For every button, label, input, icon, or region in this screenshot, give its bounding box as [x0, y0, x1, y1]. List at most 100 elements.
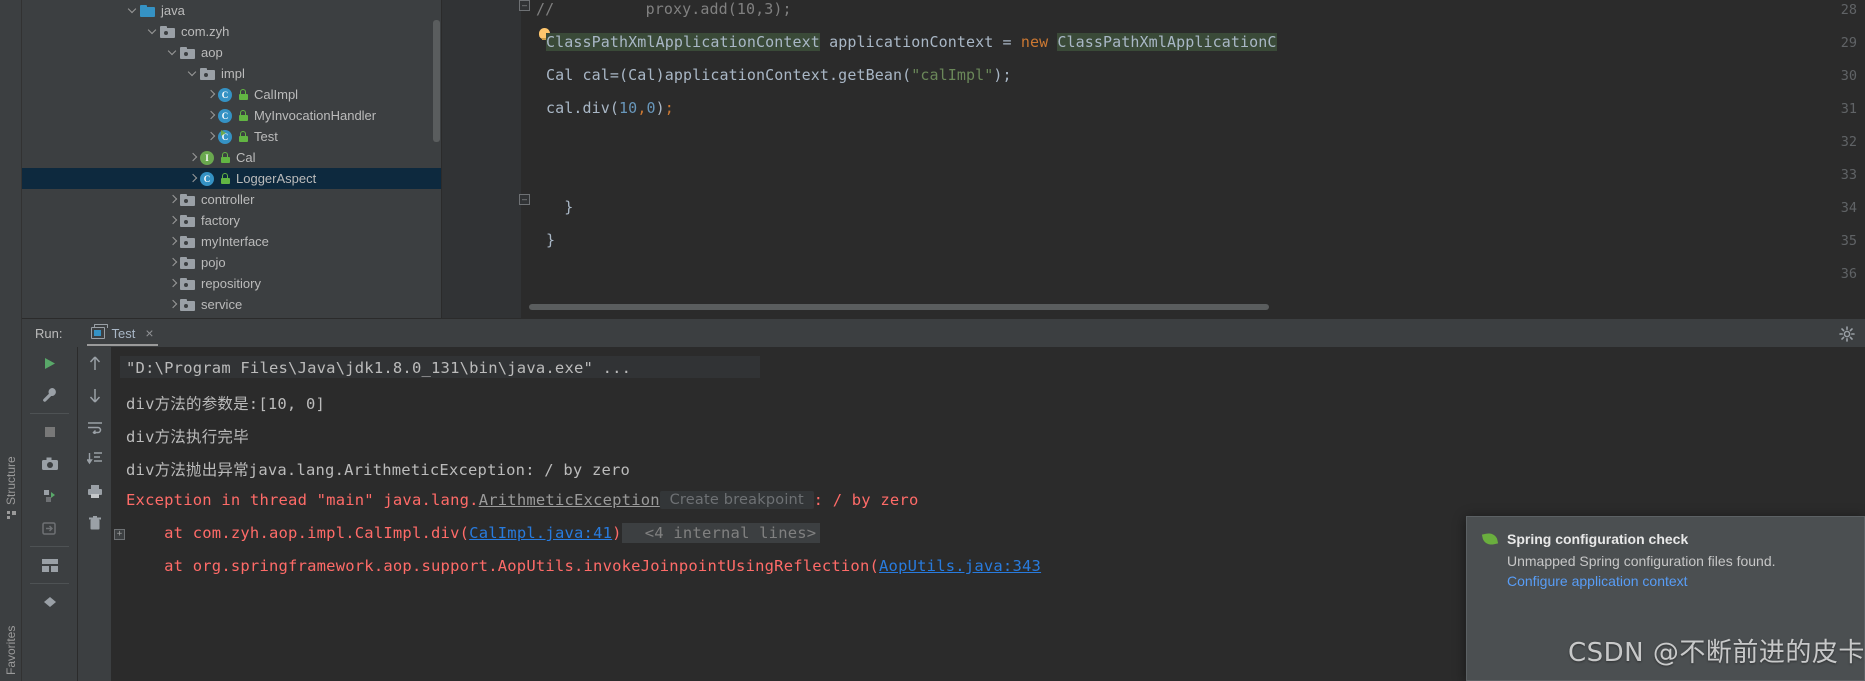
chevron-down-icon[interactable]	[167, 46, 180, 59]
restore-layout-button[interactable]	[22, 512, 77, 544]
run-tab-test[interactable]: Test ×	[87, 319, 158, 347]
line-number-29: 29	[1840, 35, 1857, 51]
project-tree[interactable]: java com.zyh aop impl C CalImpl C MyInvocationH…	[22, 0, 441, 318]
tree-node-cal[interactable]: I Cal	[22, 147, 441, 168]
chevron-right-icon[interactable]	[167, 256, 180, 269]
toolbar-separator	[30, 583, 69, 584]
line-number-35: 35	[1840, 233, 1857, 249]
console-line-exc[interactable]: Exception in thread "main" java.lang.Ari…	[126, 491, 919, 509]
code-line-29[interactable]: ClassPathXmlApplicationContext applicati…	[546, 33, 1277, 51]
chevron-down-icon[interactable]	[147, 25, 160, 38]
console-line-st2[interactable]: at org.springframework.aop.support.AopUt…	[126, 557, 1041, 575]
console-source-link[interactable]: ArithmeticException	[479, 491, 660, 509]
folder-icon	[200, 67, 215, 80]
layout-icon[interactable]	[22, 549, 77, 581]
console-line-out3[interactable]: div方法抛出异常java.lang.ArithmeticException: …	[126, 458, 630, 480]
chevron-right-icon[interactable]	[187, 172, 200, 185]
camera-icon[interactable]	[22, 448, 77, 480]
fold-collapse-icon-34[interactable]: –	[519, 194, 530, 205]
tree-node-aop[interactable]: aop	[22, 42, 441, 63]
tree-node-repositiory[interactable]: repositiory	[22, 273, 441, 294]
tree-node-service[interactable]: service	[22, 294, 441, 315]
run-configuration-icon	[91, 324, 109, 339]
line-number-33: 33	[1840, 167, 1857, 183]
tree-node-myinterface[interactable]: myInterface	[22, 231, 441, 252]
arrow-down-icon[interactable]	[78, 379, 111, 411]
code-token: ClassPathXmlApplicationContext	[546, 33, 820, 51]
tree-node-factory[interactable]: factory	[22, 210, 441, 231]
public-lock-icon	[221, 172, 232, 185]
tree-node-calimpl[interactable]: C CalImpl	[22, 84, 441, 105]
fold-collapse-icon-28[interactable]: –	[519, 0, 530, 11]
scroll-to-end-icon[interactable]	[78, 443, 111, 475]
tree-node-label: impl	[221, 66, 245, 81]
editor-vertical-scrollbar[interactable]	[433, 20, 440, 142]
chevron-right-icon[interactable]	[167, 277, 180, 290]
console-line-out2[interactable]: div方法执行完毕	[126, 425, 249, 447]
tree-node-controller[interactable]: controller	[22, 189, 441, 210]
chevron-right-icon[interactable]	[205, 88, 218, 101]
toolbar-separator	[30, 546, 69, 547]
edit-configuration-button[interactable]	[22, 379, 77, 411]
code-line-34[interactable]: }	[546, 198, 573, 216]
console-line-st1[interactable]: at com.zyh.aop.impl.CalImpl.div(CalImpl.…	[126, 523, 821, 543]
java-runnable-class-icon: C	[218, 129, 232, 144]
chevron-right-icon[interactable]	[205, 109, 218, 122]
tree-node-icon	[180, 277, 195, 290]
tree-node-test[interactable]: C Test	[22, 126, 441, 147]
code-token: "calImpl"	[911, 66, 994, 84]
arrow-up-icon[interactable]	[78, 347, 111, 379]
code-token: 10	[619, 99, 638, 117]
chevron-down-icon[interactable]	[187, 67, 200, 80]
tool-window-button-structure[interactable]: Structure	[0, 430, 22, 520]
chevron-right-icon[interactable]	[167, 214, 180, 227]
trash-icon[interactable]	[78, 507, 111, 539]
console-source-link[interactable]: CalImpl.java:41	[469, 524, 612, 542]
code-editor[interactable]: 28 29 30 31 32 33 34 35 36 – – // proxy.add(10,3…	[433, 0, 1865, 318]
gear-icon[interactable]	[1839, 326, 1855, 342]
console-source-link[interactable]: AopUtils.java:343	[879, 557, 1041, 575]
folder-icon	[180, 256, 195, 269]
chevron-right-icon[interactable]	[187, 151, 200, 164]
console-line-cmd[interactable]: "D:\Program Files\Java\jdk1.8.0_131\bin\…	[126, 359, 631, 377]
chevron-down-icon[interactable]	[127, 4, 140, 17]
soft-wrap-icon[interactable]	[78, 411, 111, 443]
tree-node-myinvocationhandler[interactable]: C MyInvocationHandler	[22, 105, 441, 126]
stop-button[interactable]	[22, 416, 77, 448]
chevron-right-icon[interactable]	[167, 298, 180, 311]
thread-dump-button[interactable]	[22, 480, 77, 512]
printer-icon[interactable]	[78, 475, 111, 507]
java-class-icon: C	[218, 108, 232, 123]
tree-node-com-zyh[interactable]: com.zyh	[22, 21, 441, 42]
tree-node-impl[interactable]: impl	[22, 63, 441, 84]
java-interface-icon: I	[200, 150, 214, 165]
editor-left-edge	[441, 0, 442, 318]
notification-balloon[interactable]: Spring configuration check Unmapped Spri…	[1466, 516, 1865, 681]
close-icon[interactable]: ×	[145, 326, 153, 340]
tool-window-button-favorites[interactable]: Favorites	[0, 580, 22, 675]
editor-horizontal-scrollbar[interactable]	[529, 304, 1859, 310]
code-line-28[interactable]: // proxy.add(10,3);	[536, 0, 792, 18]
notification-action-link[interactable]: Configure application context	[1467, 569, 1864, 589]
create-breakpoint-hint[interactable]: Create breakpoint	[659, 491, 814, 509]
editor-horizontal-scrollbar-thumb[interactable]	[529, 304, 1269, 310]
pin-icon[interactable]	[22, 586, 77, 618]
internal-lines-chip[interactable]: <4 internal lines>	[621, 523, 821, 543]
tree-node-label: Test	[254, 129, 278, 144]
editor-gutter[interactable]	[433, 0, 521, 318]
chevron-right-icon[interactable]	[167, 193, 180, 206]
rerun-button[interactable]	[22, 347, 77, 379]
chevron-right-icon[interactable]	[205, 130, 218, 143]
java-class-icon: C	[200, 171, 214, 186]
tree-node-icon: C	[218, 87, 232, 102]
code-line-30[interactable]: Cal cal=(Cal)applicationContext.getBean(…	[546, 66, 1012, 84]
chevron-right-icon[interactable]	[167, 235, 180, 248]
code-line-35[interactable]: }	[546, 231, 555, 249]
tree-node-pojo[interactable]: pojo	[22, 252, 441, 273]
tree-node-java[interactable]: java	[22, 0, 441, 21]
stack-frame-expander[interactable]: +	[114, 529, 125, 540]
code-line-31[interactable]: cal.div(10,0);	[546, 99, 674, 117]
ide-window: Structure Favorites java com.zyh aop impl C C…	[0, 0, 1865, 681]
console-line-out1[interactable]: div方法的参数是:[10, 0]	[126, 392, 325, 414]
tree-node-loggeraspect[interactable]: C LoggerAspect	[22, 168, 441, 189]
